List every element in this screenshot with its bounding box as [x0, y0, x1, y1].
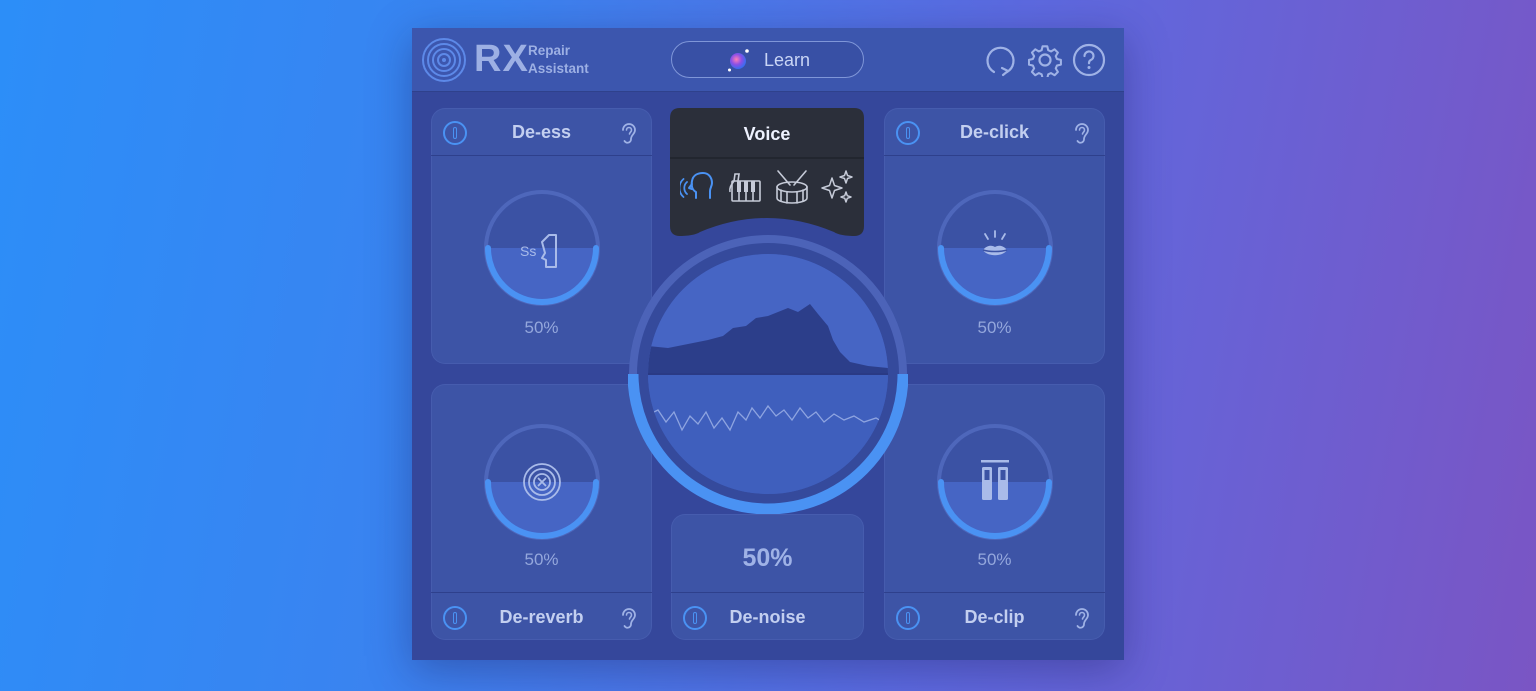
- concentric-rings-icon: [422, 38, 466, 82]
- head-voice-icon[interactable]: [680, 168, 718, 206]
- header-bar: RX Repair Assistant Learn: [412, 28, 1124, 92]
- module-title: De-noise: [729, 607, 806, 627]
- ear-icon[interactable]: [618, 605, 640, 631]
- module-de-reverb: 50% De-reverb: [431, 384, 652, 640]
- de-noise-value: 50%: [742, 544, 793, 572]
- de-clip-dial[interactable]: [937, 424, 1053, 540]
- logo-rx: RX: [474, 38, 529, 80]
- popup-title: Voice: [743, 124, 791, 144]
- svg-text:Ss: Ss: [520, 243, 536, 259]
- undo-icon[interactable]: [983, 43, 1017, 77]
- spectrum-icon: [648, 254, 888, 494]
- piano-icon[interactable]: [727, 168, 765, 206]
- module-footer: De-reverb: [431, 592, 652, 640]
- module-footer: De-clip: [884, 592, 1105, 640]
- de-reverb-value: 50%: [524, 550, 559, 569]
- ear-icon[interactable]: [618, 120, 640, 146]
- ear-icon[interactable]: [1071, 120, 1093, 146]
- module-header: De-click: [884, 108, 1105, 156]
- help-icon[interactable]: [1072, 43, 1106, 77]
- ear-icon[interactable]: [1071, 605, 1093, 631]
- logo-subtitle-line1: Repair: [528, 43, 571, 58]
- logo-subtitle-line2: Assistant: [528, 61, 589, 76]
- module-de-noise: 50% De-noise: [671, 514, 864, 640]
- de-ess-value: 50%: [524, 318, 559, 337]
- logo-subtitle: Repair Assistant: [528, 42, 589, 78]
- learn-label: Learn: [764, 50, 811, 70]
- module-de-click: De-click 50%: [884, 108, 1105, 364]
- de-clip-value: 50%: [977, 550, 1012, 569]
- de-ess-dial[interactable]: Ss: [484, 190, 600, 306]
- de-click-dial[interactable]: [937, 190, 1053, 306]
- module-de-clip: 50% De-clip: [884, 384, 1105, 640]
- de-reverb-dial[interactable]: [484, 424, 600, 540]
- drum-icon[interactable]: [773, 168, 811, 206]
- gear-icon[interactable]: [1028, 43, 1062, 77]
- de-noise-dial[interactable]: [628, 234, 908, 514]
- module-header: De-ess: [431, 108, 652, 156]
- target-x-icon: [523, 463, 561, 501]
- sparkle-icon[interactable]: [818, 168, 856, 206]
- module-footer: De-noise: [671, 592, 864, 640]
- repair-assistant-window: RX Repair Assistant Learn De-ess Ss 50% …: [412, 28, 1124, 660]
- learn-button[interactable]: Learn: [671, 41, 864, 78]
- orb-icon: [728, 49, 749, 72]
- instrument-popup: Voice: [670, 108, 864, 236]
- de-click-value: 50%: [977, 318, 1012, 337]
- module-de-ess: De-ess Ss 50%: [431, 108, 652, 364]
